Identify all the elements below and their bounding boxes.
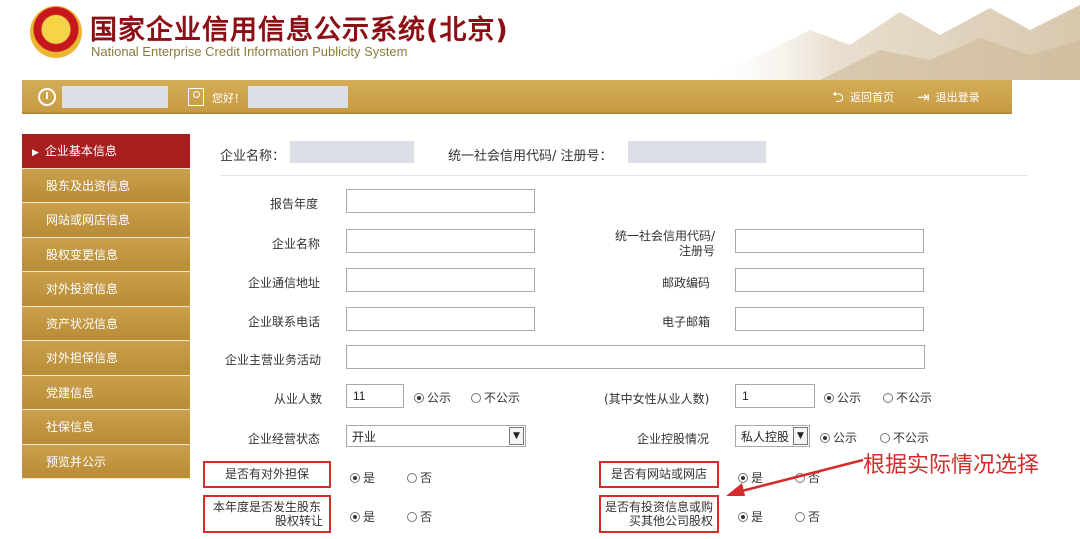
sidebar-nav: ▶ 企业基本信息 股东及出资信息 网站或网店信息 股权变更信息 对外投资信息 资产… xyxy=(22,134,190,479)
email-label: 电子邮箱 xyxy=(662,315,711,329)
sidebar-item-website[interactable]: 网站或网店信息 xyxy=(22,203,190,238)
company-info-row: 企业名称： 统一社会信用代码/ 注册号： xyxy=(220,141,1020,165)
credit-code-field-label-line2: 注册号 xyxy=(678,244,715,258)
logout-icon: ⇥ xyxy=(917,87,930,106)
holding-label: 企业控股情况 xyxy=(637,432,710,446)
chevron-down-icon: ▼ xyxy=(509,427,524,445)
female-employees-not-public-radio[interactable]: 不公示 xyxy=(883,389,932,406)
radio-checked-icon xyxy=(350,511,360,522)
sidebar-item-basic-info[interactable]: ▶ 企业基本信息 xyxy=(22,134,190,169)
guarantee-yes-radio[interactable]: 是 xyxy=(350,469,375,486)
company-name-input[interactable] xyxy=(346,229,535,253)
sidebar-item-social-security[interactable]: 社保信息 xyxy=(22,410,190,445)
greeting: 您好！ xyxy=(212,92,245,105)
clock-icon xyxy=(38,88,56,106)
site-title: 国家企业信用信息公示系统(北京) xyxy=(90,15,509,46)
home-label: 返回首页 xyxy=(850,91,895,104)
postcode-input[interactable] xyxy=(735,268,924,292)
return-icon: ⮌ xyxy=(832,87,845,106)
sidebar-item-guarantee[interactable]: 对外担保信息 xyxy=(22,341,190,376)
redacted-username xyxy=(248,86,348,108)
credit-code-input[interactable] xyxy=(735,229,924,253)
credit-code-label: 统一社会信用代码/ 注册号： xyxy=(448,149,613,164)
equity-transfer-label: 本年度是否发生股东 股权转让 xyxy=(203,495,331,533)
sidebar-item-equity-change[interactable]: 股权变更信息 xyxy=(22,237,190,272)
investment-yes-radio[interactable]: 是 xyxy=(738,508,763,525)
equity-transfer-yes-radio[interactable]: 是 xyxy=(350,508,375,525)
female-employees-input[interactable] xyxy=(735,384,815,408)
user-icon xyxy=(188,88,204,106)
mountain-background-image xyxy=(700,5,1080,80)
radio-unchecked-icon xyxy=(795,511,805,522)
holding-not-public-radio[interactable]: 不公示 xyxy=(880,429,929,446)
redacted-time xyxy=(62,86,168,108)
report-year-input[interactable] xyxy=(346,189,535,213)
guarantee-no-radio[interactable]: 否 xyxy=(407,469,432,486)
holding-select[interactable]: 私人控股 ▼ xyxy=(735,425,810,447)
home-link[interactable]: ⮌ 返回首页 xyxy=(832,89,894,105)
phone-label: 企业联系电话 xyxy=(248,315,321,329)
website-label: 是否有网站或网店 xyxy=(599,461,719,488)
address-label: 企业通信地址 xyxy=(248,276,321,290)
annotation-text: 根据实际情况选择 xyxy=(863,453,1040,478)
radio-checked-icon xyxy=(820,432,830,443)
radio-unchecked-icon xyxy=(471,392,481,403)
sidebar-item-investment[interactable]: 对外投资信息 xyxy=(22,272,190,307)
phone-input[interactable] xyxy=(346,307,535,331)
logout-label: 退出登录 xyxy=(935,91,980,104)
radio-checked-icon xyxy=(414,392,424,403)
employees-not-public-radio[interactable]: 不公示 xyxy=(471,389,520,406)
radio-unchecked-icon xyxy=(880,432,890,443)
investment-no-radio[interactable]: 否 xyxy=(795,508,820,525)
redacted-company-name xyxy=(290,141,414,163)
site-subtitle: National Enterprise Credit Information P… xyxy=(91,44,408,59)
radio-unchecked-icon xyxy=(883,392,893,403)
radio-checked-icon xyxy=(350,472,360,483)
employees-label: 从业人数 xyxy=(274,392,323,406)
top-bar: 您好！ ⮌ 返回首页 ⇥ 退出登录 xyxy=(22,80,1012,114)
chevron-down-icon: ▼ xyxy=(793,427,808,445)
report-year-label: 报告年度 xyxy=(270,197,319,211)
address-input[interactable] xyxy=(346,268,535,292)
main-business-label: 企业主营业务活动 xyxy=(225,353,322,367)
status-label: 企业经营状态 xyxy=(248,432,321,446)
annotation-arrow-icon xyxy=(726,458,864,496)
company-name-field-label: 企业名称 xyxy=(272,237,321,251)
divider xyxy=(220,175,1028,176)
radio-checked-icon xyxy=(738,511,748,522)
employees-public-radio[interactable]: 公示 xyxy=(414,389,451,406)
holding-public-radio[interactable]: 公示 xyxy=(820,429,857,446)
guarantee-label: 是否有对外担保 xyxy=(203,461,331,488)
logout-link[interactable]: ⇥ 退出登录 xyxy=(917,89,980,105)
radio-unchecked-icon xyxy=(407,511,417,522)
employees-input[interactable] xyxy=(346,384,404,408)
postcode-label: 邮政编码 xyxy=(662,276,711,290)
redacted-credit-code xyxy=(628,141,766,163)
radio-checked-icon xyxy=(824,392,834,403)
equity-transfer-no-radio[interactable]: 否 xyxy=(407,508,432,525)
email-input[interactable] xyxy=(735,307,924,331)
company-name-label: 企业名称： xyxy=(220,149,286,164)
sidebar-item-assets[interactable]: 资产状况信息 xyxy=(22,306,190,341)
main-business-input[interactable] xyxy=(346,345,925,369)
emblem-stars-icon: ★ xyxy=(46,17,59,33)
female-employees-public-radio[interactable]: 公示 xyxy=(824,389,861,406)
status-select[interactable]: 开业 ▼ xyxy=(346,425,526,447)
female-employees-label: (其中女性从业人数) xyxy=(604,392,710,406)
sidebar-item-preview[interactable]: 预览并公示 xyxy=(22,444,190,479)
caret-right-icon: ▶ xyxy=(32,148,39,158)
site-header: ★ 国家企业信用信息公示系统(北京) National Enterprise C… xyxy=(0,0,1080,80)
investment-label: 是否有投资信息或购 买其他公司股权 xyxy=(599,495,719,533)
sidebar-item-party[interactable]: 党建信息 xyxy=(22,375,190,410)
sidebar-item-shareholders[interactable]: 股东及出资信息 xyxy=(22,168,190,203)
radio-unchecked-icon xyxy=(407,472,417,483)
